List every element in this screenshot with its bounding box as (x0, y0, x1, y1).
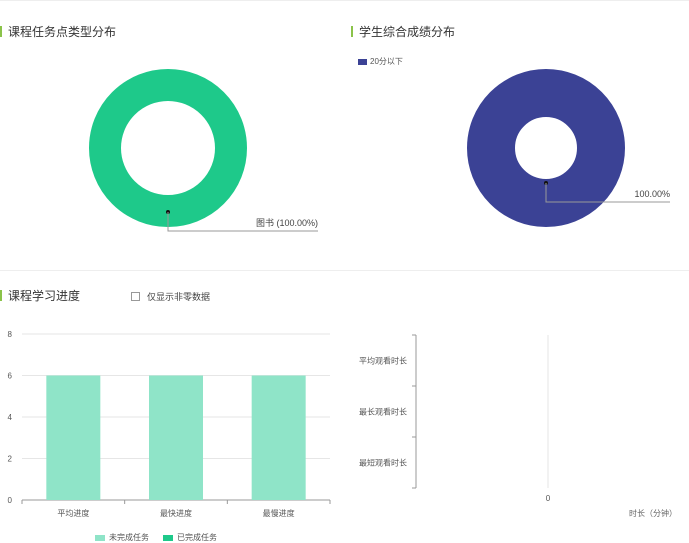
slice-label: 100.00% (634, 189, 670, 199)
bar (46, 375, 101, 500)
bar (149, 375, 203, 500)
x-tick-label: 最慢进度 (263, 508, 295, 518)
bar (251, 375, 306, 500)
y-tick-label: 平均观看时长 (359, 356, 407, 366)
y-tick-label: 2 (8, 455, 13, 464)
x-tick-label: 0 (546, 494, 551, 503)
slice-label: 图书 (100.00%) (256, 218, 318, 228)
y-tick-label: 0 (8, 496, 13, 505)
y-tick-label: 最长观看时长 (359, 407, 407, 417)
x-tick-label: 平均进度 (57, 508, 89, 518)
y-tick-label: 4 (8, 413, 13, 422)
x-axis-title: 时长（分钟） (629, 508, 677, 518)
y-tick-label: 8 (8, 330, 13, 339)
x-tick-label: 最快进度 (160, 508, 192, 518)
charts-canvas: 图书 (100.00%) 100.00% 0 2 4 6 8 平均进度 最快进度 最慢进度 平均观看… (8, 69, 677, 518)
y-tick-label: 6 (8, 372, 13, 381)
pie-slice (89, 69, 247, 227)
y-tick-label: 最短观看时长 (359, 458, 407, 468)
